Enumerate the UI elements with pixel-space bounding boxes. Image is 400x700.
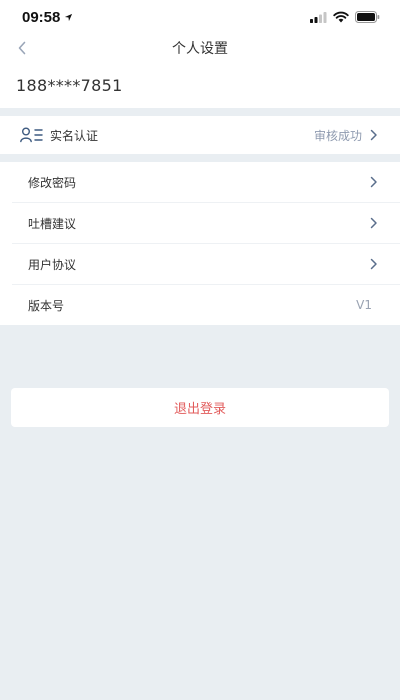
logout-label: 退出登录 — [173, 402, 226, 417]
feedback-row[interactable]: 吐槽建议 — [0, 203, 400, 243]
chevron-right-icon — [370, 217, 377, 229]
chevron-left-icon — [18, 41, 26, 55]
version-row: 版本号 V1 — [0, 285, 400, 325]
back-button[interactable] — [12, 38, 32, 58]
verification-label: 实名认证 — [50, 128, 99, 143]
feedback-label: 吐槽建议 — [28, 216, 77, 231]
nav-bar: 个人设置 — [0, 34, 400, 62]
version-value: V1 — [356, 298, 372, 312]
user-list-icon — [20, 127, 43, 143]
real-name-verification-row[interactable]: 实名认证 审核成功 — [0, 116, 400, 154]
status-bar: 09:58 — [0, 0, 400, 34]
change-password-row[interactable]: 修改密码 — [0, 162, 400, 202]
verification-status: 审核成功 — [313, 128, 362, 143]
location-arrow-icon — [65, 13, 73, 21]
battery-icon — [355, 11, 380, 23]
verification-left: 实名认证 — [20, 127, 98, 144]
chevron-right-icon — [370, 129, 377, 141]
logout-button[interactable]: 退出登录 — [11, 388, 389, 427]
change-password-label: 修改密码 — [28, 175, 77, 190]
account-phone-section: 188****7851 — [0, 62, 400, 108]
signal-icon — [310, 11, 327, 23]
user-agreement-row[interactable]: 用户协议 — [0, 244, 400, 284]
verification-right: 审核成功 — [314, 127, 378, 144]
account-phone-number: 188****7851 — [16, 75, 123, 95]
status-right — [310, 11, 380, 23]
status-left: 09:58 — [22, 9, 73, 26]
user-agreement-label: 用户协议 — [28, 257, 77, 272]
page-title: 个人设置 — [172, 41, 228, 57]
version-label: 版本号 — [28, 298, 65, 313]
wifi-icon — [333, 11, 349, 23]
settings-list: 修改密码 吐槽建议 用户协议 版本号 V1 — [0, 162, 400, 325]
chevron-right-icon — [370, 176, 377, 188]
chevron-right-icon — [370, 258, 377, 270]
status-time: 09:58 — [22, 8, 61, 26]
